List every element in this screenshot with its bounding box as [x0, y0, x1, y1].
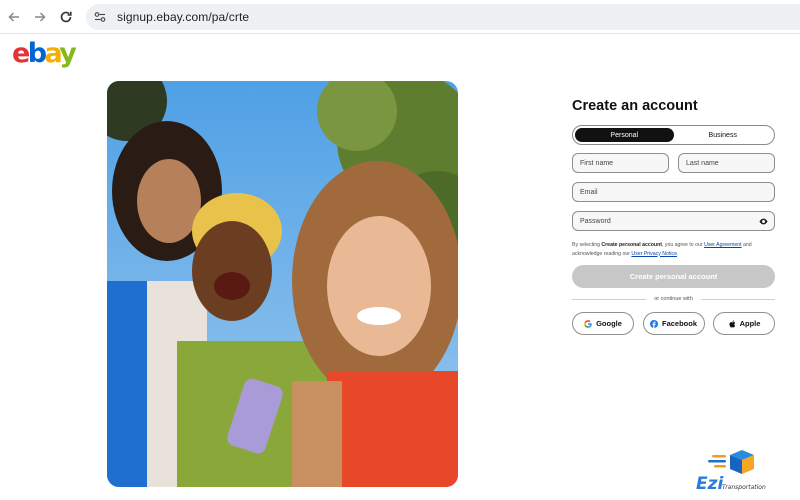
account-type-toggle: Personal Business — [572, 125, 775, 145]
user-privacy-notice-link[interactable]: User Privacy Notice — [631, 251, 677, 257]
apple-icon — [728, 319, 736, 328]
continue-with-divider: or continue with — [572, 296, 775, 302]
hero-photo — [107, 81, 458, 487]
facebook-label: Facebook — [661, 319, 697, 328]
user-agreement-link[interactable]: User Agreement — [704, 242, 741, 248]
facebook-button[interactable]: Facebook — [642, 312, 705, 335]
legal-prefix: By selecting — [572, 242, 602, 248]
logo-letter-b: b — [27, 38, 47, 69]
legal-bold: Create personal account — [601, 242, 662, 248]
create-account-button[interactable]: Create personal account — [572, 265, 775, 288]
tab-business[interactable]: Business — [674, 128, 773, 142]
back-icon[interactable] — [5, 8, 23, 26]
divider-text: or continue with — [654, 296, 693, 302]
show-password-icon[interactable] — [759, 217, 768, 226]
password-placeholder: Password — [580, 217, 611, 225]
logo-letter-y: y — [59, 38, 77, 69]
divider-line-left — [572, 298, 647, 300]
legal-suffix: . — [676, 250, 679, 257]
ebay-logo[interactable]: ebay — [12, 38, 77, 69]
apple-button[interactable]: Apple — [713, 312, 775, 335]
watermark-tagline: Transportation — [722, 484, 766, 491]
last-name-field[interactable]: Last name — [678, 153, 775, 173]
forward-icon[interactable] — [31, 8, 49, 26]
first-name-field[interactable]: First name — [572, 153, 669, 173]
legal-mid: , you agree to our — [661, 242, 705, 248]
site-settings-icon[interactable] — [89, 6, 111, 28]
google-button[interactable]: Google — [572, 312, 634, 335]
logo-letter-a: a — [44, 38, 61, 69]
address-bar[interactable]: signup.ebay.com/pa/crte — [86, 4, 800, 30]
browser-toolbar: signup.ebay.com/pa/crte — [0, 0, 800, 34]
password-field[interactable]: Password — [572, 211, 775, 231]
signup-form: Create an account Personal Business Firs… — [572, 96, 775, 335]
reload-icon[interactable] — [57, 8, 75, 26]
page-title: Create an account — [572, 98, 698, 114]
ezi-transportation-watermark: Ezi Transportation — [694, 447, 774, 494]
google-icon — [584, 319, 592, 328]
logo-letter-e: e — [12, 38, 30, 69]
email-field[interactable]: Email — [572, 182, 775, 202]
facebook-icon — [649, 319, 658, 328]
tab-personal[interactable]: Personal — [575, 128, 674, 142]
divider-line-right — [700, 298, 775, 300]
url-text[interactable]: signup.ebay.com/pa/crte — [117, 10, 249, 24]
legal-notice: By selecting Create personal account, yo… — [572, 241, 775, 258]
apple-label: Apple — [739, 319, 761, 328]
watermark-brand: Ezi — [696, 474, 725, 493]
google-label: Google — [596, 319, 622, 328]
